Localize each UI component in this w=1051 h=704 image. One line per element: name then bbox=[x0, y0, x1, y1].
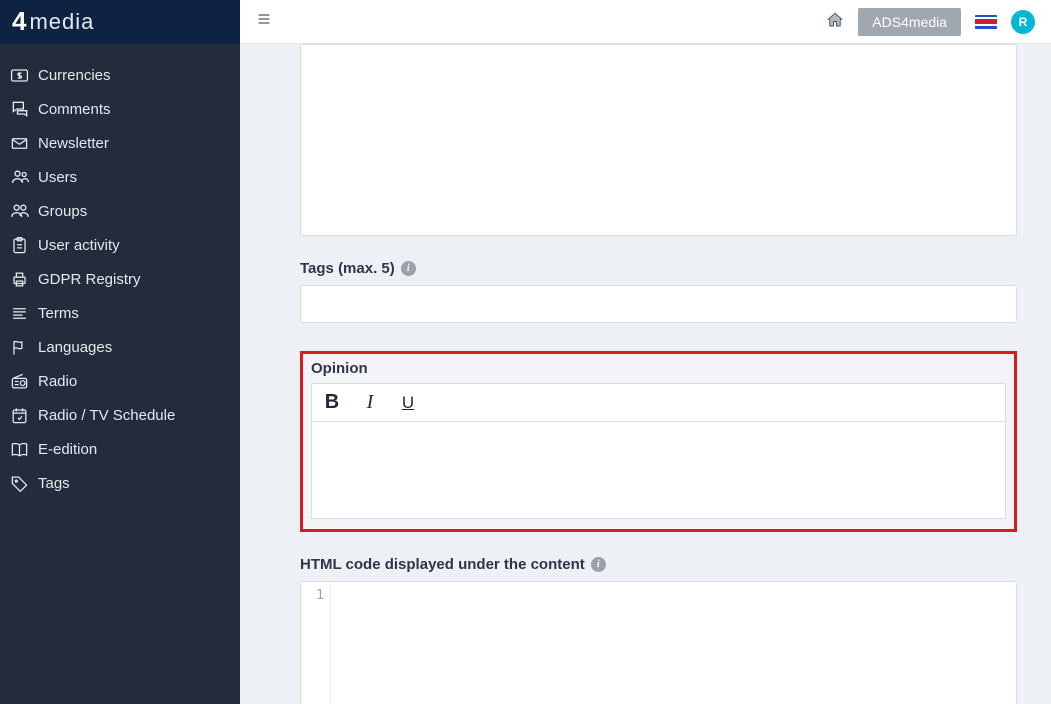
calendar-icon bbox=[10, 406, 38, 425]
code-body[interactable] bbox=[331, 582, 1016, 704]
tags-input[interactable] bbox=[300, 285, 1017, 323]
code-line-gutter: 1 bbox=[301, 582, 331, 704]
info-icon[interactable]: i bbox=[401, 261, 416, 276]
menu-toggle-icon[interactable] bbox=[256, 11, 272, 32]
home-icon[interactable] bbox=[826, 11, 844, 32]
sidebar-item-schedule[interactable]: Radio / TV Schedule bbox=[0, 398, 240, 432]
sidebar-item-gdpr[interactable]: GDPR Registry bbox=[0, 262, 240, 296]
main-content: Tags (max. 5) i Opinion B I U HTML code … bbox=[240, 44, 1051, 704]
brand-mark: 4 bbox=[12, 6, 25, 37]
book-icon bbox=[10, 440, 38, 459]
tag-icon bbox=[10, 474, 38, 493]
opinion-label: Opinion bbox=[311, 360, 1006, 377]
language-flag-uk[interactable] bbox=[975, 15, 997, 29]
sidebar-item-label: Tags bbox=[38, 475, 70, 492]
document-lines-icon bbox=[10, 304, 38, 323]
sidebar-item-label: Radio bbox=[38, 373, 77, 390]
flag-icon bbox=[10, 338, 38, 357]
sidebar-item-label: Users bbox=[38, 169, 77, 186]
sidebar-item-tags[interactable]: Tags bbox=[0, 466, 240, 500]
sidebar-item-label: Languages bbox=[38, 339, 112, 356]
users-icon bbox=[10, 167, 38, 187]
editor-body[interactable] bbox=[312, 422, 1005, 518]
sidebar-item-users[interactable]: Users bbox=[0, 160, 240, 194]
envelope-icon bbox=[10, 134, 38, 153]
sidebar-item-label: Comments bbox=[38, 101, 111, 118]
sidebar-item-label: Currencies bbox=[38, 67, 111, 84]
sidebar-item-label: E-edition bbox=[38, 441, 97, 458]
user-avatar[interactable]: R bbox=[1011, 10, 1035, 34]
tags-label: Tags (max. 5) bbox=[300, 260, 395, 277]
sidebar-item-newsletter[interactable]: Newsletter bbox=[0, 126, 240, 160]
opinion-section-highlighted: Opinion B I U bbox=[300, 351, 1017, 532]
speech-bubbles-icon bbox=[10, 99, 38, 119]
sidebar-item-user-activity[interactable]: User activity bbox=[0, 228, 240, 262]
sidebar-item-groups[interactable]: Groups bbox=[0, 194, 240, 228]
sidebar-item-label: Terms bbox=[38, 305, 79, 322]
brand-logo[interactable]: 4 media bbox=[0, 0, 240, 44]
tags-label-row: Tags (max. 5) i bbox=[300, 260, 1017, 277]
sidebar-menu: Currencies Comments Newsletter Users Gro… bbox=[0, 44, 240, 500]
sidebar-item-currencies[interactable]: Currencies bbox=[0, 58, 240, 92]
sidebar-item-label: GDPR Registry bbox=[38, 271, 141, 288]
sidebar-item-label: Groups bbox=[38, 203, 87, 220]
sidebar-item-label: Radio / TV Schedule bbox=[38, 407, 175, 424]
line-number: 1 bbox=[301, 588, 324, 603]
brand-name: media bbox=[29, 9, 94, 35]
large-textarea[interactable] bbox=[300, 44, 1017, 236]
topbar: ADS4media R bbox=[240, 0, 1051, 44]
underline-button[interactable]: U bbox=[398, 393, 418, 413]
html-label-row: HTML code displayed under the content i bbox=[300, 556, 1017, 573]
previous-textarea-block bbox=[300, 44, 1017, 236]
sidebar-item-languages[interactable]: Languages bbox=[0, 330, 240, 364]
radio-icon bbox=[10, 372, 38, 391]
opinion-editor: B I U bbox=[311, 383, 1006, 519]
sidebar: 4 media Currencies Comments Newsletter bbox=[0, 0, 240, 704]
sidebar-item-label: User activity bbox=[38, 237, 120, 254]
sidebar-item-eedition[interactable]: E-edition bbox=[0, 432, 240, 466]
sidebar-item-label: Newsletter bbox=[38, 135, 109, 152]
bold-button[interactable]: B bbox=[322, 391, 342, 414]
italic-button[interactable]: I bbox=[360, 391, 380, 414]
printer-icon bbox=[10, 270, 38, 289]
sidebar-item-terms[interactable]: Terms bbox=[0, 296, 240, 330]
info-icon[interactable]: i bbox=[591, 557, 606, 572]
ads-button[interactable]: ADS4media bbox=[858, 8, 961, 36]
html-code-label: HTML code displayed under the content bbox=[300, 556, 585, 573]
sidebar-item-comments[interactable]: Comments bbox=[0, 92, 240, 126]
clipboard-icon bbox=[10, 236, 38, 255]
sidebar-item-radio[interactable]: Radio bbox=[0, 364, 240, 398]
editor-toolbar: B I U bbox=[312, 384, 1005, 422]
dollar-icon bbox=[10, 66, 38, 85]
html-code-editor[interactable]: 1 bbox=[300, 581, 1017, 704]
group-icon bbox=[10, 201, 38, 221]
